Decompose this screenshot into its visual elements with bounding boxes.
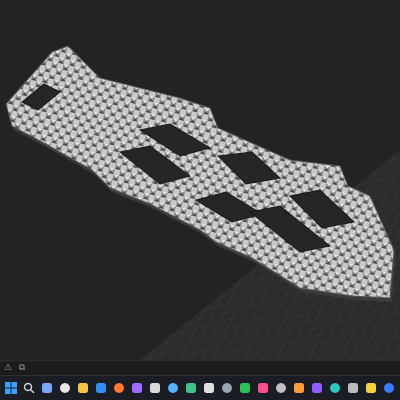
mail-icon[interactable] <box>166 382 179 395</box>
grid-app-icon[interactable] <box>346 382 359 395</box>
teal-app-icon[interactable] <box>328 382 341 395</box>
viewport-status-strip: ⚠ ⧉ <box>0 360 400 375</box>
firefox-icon[interactable] <box>112 382 125 395</box>
warning-icon[interactable]: ⚠ <box>2 362 14 374</box>
pink-app-icon[interactable] <box>256 382 269 395</box>
file-explorer-icon[interactable] <box>76 382 89 395</box>
slicer-app-icon[interactable] <box>58 382 71 395</box>
browser-icon[interactable] <box>94 382 107 395</box>
carbon-frame-plate[interactable] <box>5 45 395 299</box>
3d-scene[interactable] <box>0 0 400 360</box>
photos-icon[interactable] <box>184 382 197 395</box>
yellow-app-icon[interactable] <box>364 382 377 395</box>
settings-icon[interactable] <box>220 382 233 395</box>
task-view-icon[interactable] <box>40 382 53 395</box>
media-icon[interactable] <box>130 382 143 395</box>
terminal-icon[interactable] <box>274 382 287 395</box>
search-icon[interactable] <box>22 382 35 395</box>
windows-taskbar <box>0 375 400 400</box>
purple-app-icon[interactable] <box>310 382 323 395</box>
green-app-icon[interactable] <box>238 382 251 395</box>
orange-app-icon[interactable] <box>292 382 305 395</box>
calendar-icon[interactable] <box>202 382 215 395</box>
3d-viewport[interactable] <box>0 0 400 360</box>
copy-icon[interactable]: ⧉ <box>16 362 28 374</box>
circle-app-icon[interactable] <box>148 382 161 395</box>
blue-app-icon[interactable] <box>382 382 395 395</box>
windows-start-icon[interactable] <box>4 382 17 395</box>
